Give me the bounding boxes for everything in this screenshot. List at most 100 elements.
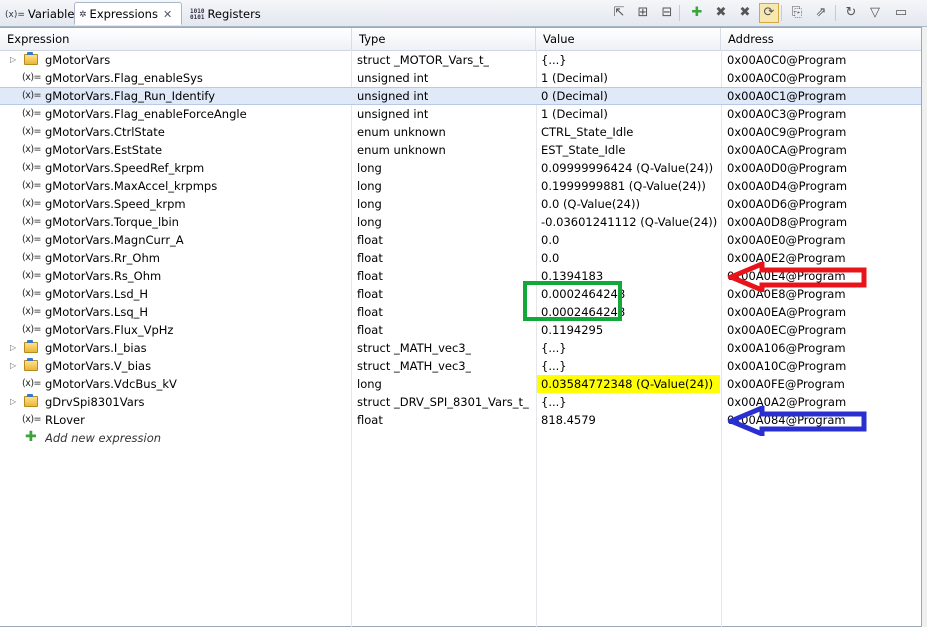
table-row[interactable]: ▷ gMotorVars struct _MOTOR_Vars_t_ {...} 0x0… xyxy=(0,51,921,69)
cell-expression: Add new expression xyxy=(45,431,162,445)
cell-value[interactable]: -0.03601241112 (Q-Value(24)) xyxy=(541,213,717,231)
table-row[interactable]: (x)= gMotorVars.MaxAccel_krpmps long 0.1999… xyxy=(0,177,921,195)
table-row[interactable]: (x)= gMotorVars.CtrlState enum unknown CTRL… xyxy=(0,123,921,141)
cell-address: 0x00A0C1@Program xyxy=(727,89,847,103)
cell-value[interactable]: EST_State_Idle xyxy=(541,141,626,159)
view-toolbar: ⇱ ⊞ ⊟ ✚ ✖ ✖ ⟳ ⎘ ⇗ ↻ ▽ ▭ xyxy=(609,3,919,23)
cell-value[interactable]: 0.0 xyxy=(541,231,559,249)
cell-value[interactable]: 0.1999999881 (Q-Value(24)) xyxy=(541,177,706,195)
variable-icon: (x)= xyxy=(22,306,42,317)
view-menu-icon[interactable]: ▽ xyxy=(865,3,885,23)
remove-all-icon[interactable]: ✖ xyxy=(735,3,755,23)
red-arrow-annotation xyxy=(728,262,867,292)
cell-value[interactable]: 1 (Decimal) xyxy=(541,105,608,123)
refresh-icon[interactable]: ↻ xyxy=(841,3,861,23)
table-row[interactable]: (x)= gMotorVars.VdcBus_kV long 0.0358477234… xyxy=(0,375,921,393)
table-row[interactable]: (x)= gMotorVars.Lsq_H float 0.0002464248 0x0… xyxy=(0,303,921,321)
expressions-table: Expression Type Value Address ▷ gMotorVar… xyxy=(0,27,922,627)
cell-type: float xyxy=(357,305,383,319)
cell-expression: RLover xyxy=(45,413,85,427)
cell-value[interactable]: 0.03584772348 (Q-Value(24)) xyxy=(541,375,713,393)
variable-icon: (x)= xyxy=(22,108,42,119)
table-row[interactable]: (x)= gMotorVars.Speed_krpm long 0.0 (Q-Valu… xyxy=(0,195,921,213)
toolbar-separator xyxy=(679,5,680,21)
table-row[interactable]: (x)= gMotorVars.Flag_Run_Identify unsigned… xyxy=(0,87,921,105)
continuous-refresh-icon[interactable]: ⟳ xyxy=(759,3,779,23)
cell-value[interactable]: {...} xyxy=(541,51,567,69)
toolbar-separator xyxy=(781,5,782,21)
cell-value[interactable]: {...} xyxy=(541,393,567,411)
table-row[interactable]: (x)= gMotorVars.EstState enum unknown EST_S… xyxy=(0,141,921,159)
expand-toggle-icon[interactable]: ▷ xyxy=(10,51,16,69)
table-row[interactable]: (x)= gMotorVars.Torque_lbin long -0.0360124… xyxy=(0,213,921,231)
variable-icon: (x)= xyxy=(22,414,42,425)
cell-expression: gMotorVars.Rs_Ohm xyxy=(45,269,162,283)
cell-expression: gMotorVars.V_bias xyxy=(45,359,152,373)
cell-value[interactable]: {...} xyxy=(541,339,567,357)
cell-value[interactable]: {...} xyxy=(541,357,567,375)
cell-type: float xyxy=(357,269,383,283)
column-header-value[interactable]: Value xyxy=(536,28,721,50)
expand-toggle-icon[interactable]: ▷ xyxy=(10,339,16,357)
cell-value[interactable]: 0.0 xyxy=(541,249,559,267)
cell-type: unsigned int xyxy=(357,107,429,121)
collapse-all-icon[interactable]: ⇱ xyxy=(609,3,629,23)
expressions-icon: ✲ xyxy=(79,10,87,20)
table-row[interactable]: (x)= gMotorVars.Flag_enableSys unsigned in… xyxy=(0,69,921,87)
cell-value[interactable]: 0 (Decimal) xyxy=(541,88,608,106)
column-header-expression[interactable]: Expression xyxy=(0,28,352,50)
tab-label: Expressions xyxy=(89,7,158,21)
table-row[interactable]: ▷ gMotorVars.I_bias struct _MATH_vec3_ {...… xyxy=(0,339,921,357)
new-view-icon[interactable]: ⎘ xyxy=(787,3,807,23)
variable-icon: (x)= xyxy=(22,90,42,101)
cell-expression: gMotorVars.VdcBus_kV xyxy=(45,377,177,391)
variable-icon: (x)= xyxy=(22,252,42,263)
cell-type: float xyxy=(357,233,383,247)
cell-value[interactable]: CTRL_State_Idle xyxy=(541,123,633,141)
variable-icon: (x)= xyxy=(22,144,42,155)
cell-value[interactable]: 0.1194295 xyxy=(541,321,603,339)
vertical-scrollbar[interactable] xyxy=(922,27,927,627)
cell-expression: gDrvSpi8301Vars xyxy=(45,395,145,409)
cell-address: 0x00A0FE@Program xyxy=(727,377,845,391)
add-expression-icon[interactable]: ✚ xyxy=(687,3,707,23)
table-row[interactable]: (x)= gMotorVars.Flux_VpHz float 0.1194295 0x… xyxy=(0,321,921,339)
expand-toggle-icon[interactable]: ▷ xyxy=(10,357,16,375)
variable-icon: (x)= xyxy=(22,216,42,227)
cell-type: long xyxy=(357,161,382,175)
expand-toggle-icon[interactable]: ▷ xyxy=(10,393,16,411)
remove-expression-icon[interactable]: ✖ xyxy=(711,3,731,23)
cell-address: 0x00A10C@Program xyxy=(727,359,847,373)
cell-value[interactable]: 818.4579 xyxy=(541,411,596,429)
variables-icon: (x)= xyxy=(5,10,25,20)
export-icon[interactable]: ⇗ xyxy=(811,3,831,23)
cell-expression: gMotorVars.MagnCurr_A xyxy=(45,233,184,247)
variable-icon: (x)= xyxy=(22,378,42,389)
cell-value[interactable]: 1 (Decimal) xyxy=(541,69,608,87)
toolbar-separator xyxy=(835,5,836,21)
column-header-type[interactable]: Type xyxy=(352,28,536,50)
cell-expression: gMotorVars.Torque_lbin xyxy=(45,215,179,229)
collapse-icon[interactable]: ⊟ xyxy=(657,3,677,23)
tab-label: Registers xyxy=(207,7,261,21)
table-row[interactable]: ▷ gMotorVars.V_bias struct _MATH_vec3_ {...… xyxy=(0,357,921,375)
add-icon: ✚ xyxy=(25,429,37,445)
tab-registers[interactable]: 1010 0101 Registers xyxy=(185,2,261,25)
cell-type: long xyxy=(357,197,382,211)
cell-value[interactable]: 0.09999996424 (Q-Value(24)) xyxy=(541,159,713,177)
cell-type: float xyxy=(357,287,383,301)
green-highlight-box xyxy=(523,281,622,321)
column-header-address[interactable]: Address xyxy=(721,28,921,50)
table-row[interactable]: (x)= gMotorVars.Flag_enableForceAngle unsi… xyxy=(0,105,921,123)
tab-variables[interactable]: (x)= Variables xyxy=(0,2,80,25)
struct-icon xyxy=(24,52,38,65)
cell-value[interactable]: 0.0 (Q-Value(24)) xyxy=(541,195,640,213)
show-type-names-icon[interactable]: ⊞ xyxy=(633,3,653,23)
cell-expression: gMotorVars.Flux_VpHz xyxy=(45,323,174,337)
tab-expressions[interactable]: ✲ Expressions ✕ xyxy=(74,2,182,25)
table-row[interactable]: (x)= gMotorVars.SpeedRef_krpm long 0.099999… xyxy=(0,159,921,177)
close-icon[interactable]: ✕ xyxy=(163,8,172,21)
minimize-icon[interactable]: ▭ xyxy=(891,3,911,23)
table-row[interactable]: (x)= gMotorVars.MagnCurr_A float 0.0 0x00A0E… xyxy=(0,231,921,249)
cell-expression: gMotorVars.CtrlState xyxy=(45,125,165,139)
